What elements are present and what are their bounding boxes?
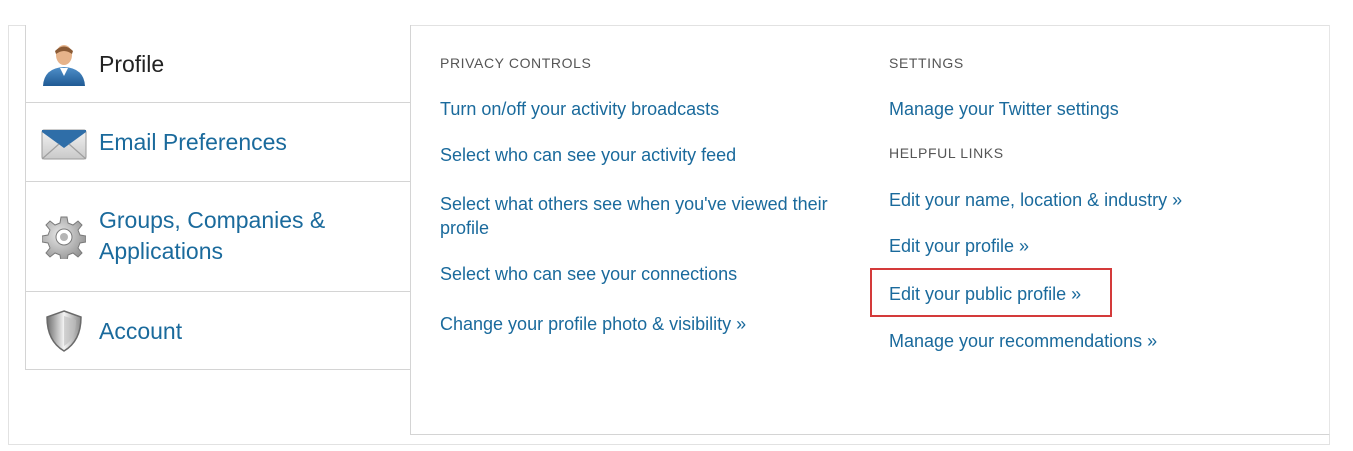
shield-icon <box>41 308 87 354</box>
sidebar-item-account[interactable]: Account <box>25 292 410 370</box>
profile-views-link[interactable]: Select what others see when you've viewe… <box>440 192 860 240</box>
activity-broadcasts-link[interactable]: Turn on/off your activity broadcasts <box>440 97 719 121</box>
sidebar-item-label: Account <box>99 318 183 344</box>
settings-heading: SETTINGS <box>889 55 964 71</box>
edit-name-location-industry-link[interactable]: Edit your name, location & industry » <box>889 188 1182 212</box>
gear-icon <box>41 214 87 260</box>
twitter-settings-link[interactable]: Manage your Twitter settings <box>889 97 1119 121</box>
highlight-box <box>870 268 1112 317</box>
privacy-controls-heading: PRIVACY CONTROLS <box>440 55 592 71</box>
sidebar-item-email-preferences[interactable]: Email Preferences <box>25 103 410 182</box>
sidebar-item-label: Groups, Companies & Applications <box>99 207 326 264</box>
sidebar-item-groups-companies-applications[interactable]: Groups, Companies & Applications <box>25 182 410 292</box>
connections-visibility-link[interactable]: Select who can see your connections <box>440 262 737 286</box>
envelope-icon <box>41 119 87 165</box>
user-icon <box>41 41 87 87</box>
manage-recommendations-link[interactable]: Manage your recommendations » <box>889 329 1157 353</box>
helpful-links-heading: HELPFUL LINKS <box>889 145 1004 161</box>
profile-photo-visibility-link[interactable]: Change your profile photo & visibility » <box>440 312 746 336</box>
sidebar-item-label: Profile <box>99 51 165 77</box>
sidebar-item-profile[interactable]: Profile <box>25 25 410 103</box>
sidebar-item-label: Email Preferences <box>99 129 287 155</box>
activity-feed-visibility-link[interactable]: Select who can see your activity feed <box>440 143 736 167</box>
edit-profile-link[interactable]: Edit your profile » <box>889 234 1029 258</box>
